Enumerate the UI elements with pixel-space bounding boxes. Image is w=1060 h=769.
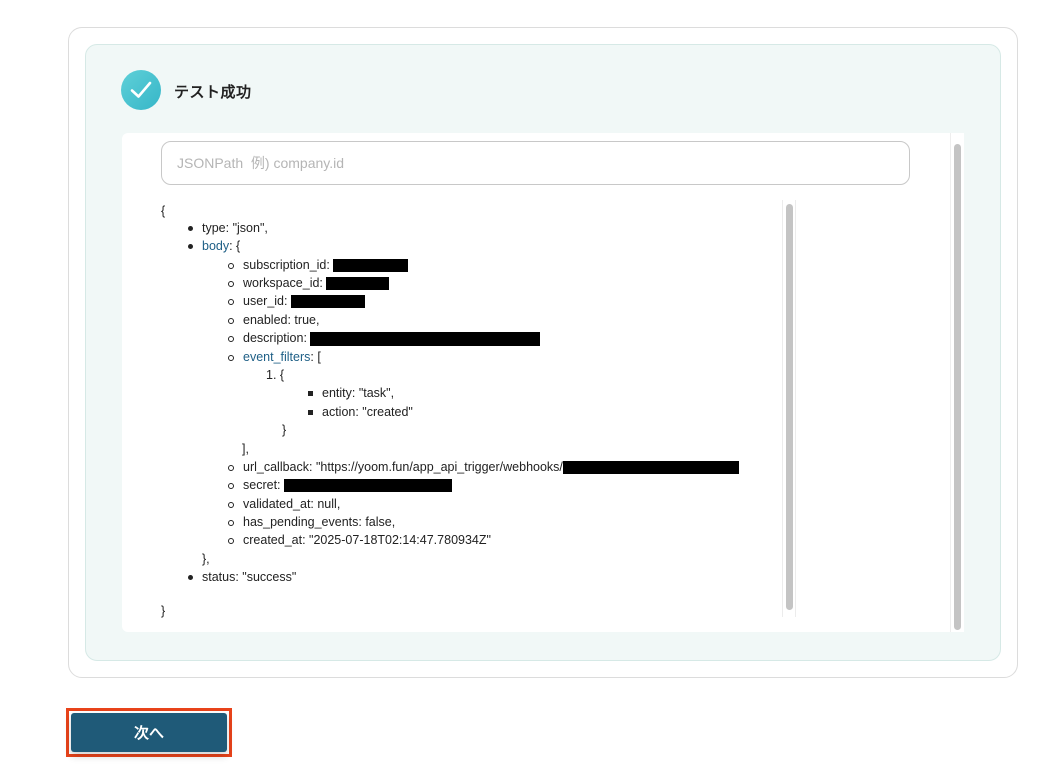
json-row-description: description:	[228, 329, 541, 347]
bullet	[228, 537, 234, 544]
json-key-body[interactable]: body	[202, 239, 229, 253]
bullet	[188, 244, 193, 250]
check-circle-icon	[121, 70, 161, 110]
bullet	[228, 262, 234, 269]
bullet	[228, 298, 234, 305]
json-row-entity: entity: "task",	[308, 384, 394, 402]
json-row-filter-close: }	[282, 423, 287, 437]
bullet	[228, 317, 234, 324]
json-row-body: body: {	[188, 237, 240, 255]
bullet	[308, 391, 313, 397]
json-scrollbar-thumb[interactable]	[786, 204, 793, 610]
json-row-created-at: created_at: "2025-07-18T02:14:47.780934Z…	[228, 531, 491, 549]
json-row-url-callback: url_callback: "https://yoom.fun/app_api_…	[228, 458, 739, 476]
bullet	[228, 335, 234, 342]
bullet	[228, 519, 234, 526]
json-open-brace: {	[161, 204, 166, 218]
redacted-value	[333, 259, 409, 273]
json-row-enabled: enabled: true,	[228, 311, 319, 329]
redacted-value	[284, 479, 452, 493]
json-row-action: action: "created"	[308, 403, 413, 421]
json-row-status: status: "success"	[188, 568, 296, 586]
redacted-value	[310, 331, 541, 346]
bullet	[228, 501, 234, 508]
json-key-event-filters[interactable]: event_filters	[243, 350, 310, 364]
json-row-filter-open: 1. {	[266, 368, 285, 382]
bullet	[308, 410, 313, 416]
bullet	[228, 354, 234, 361]
json-row-type: type: "json",	[188, 219, 268, 237]
status-title: テスト成功	[174, 84, 252, 101]
bullet	[228, 482, 234, 489]
next-button[interactable]: 次へ	[66, 708, 232, 757]
bullet	[188, 575, 193, 581]
bullet	[228, 464, 234, 471]
next-button-label: 次へ	[71, 713, 227, 752]
json-row-user-id: user_id:	[228, 292, 365, 310]
json-row-validated-at: validated_at: null,	[228, 495, 340, 513]
json-row-event-filters: event_filters: [	[228, 348, 321, 366]
json-row-workspace-id: workspace_id:	[228, 274, 390, 292]
redacted-value	[562, 461, 739, 475]
jsonpath-input[interactable]	[161, 141, 910, 185]
json-row-has-pending-events: has_pending_events: false,	[228, 513, 395, 531]
json-row-body-close: },	[202, 552, 210, 566]
json-close-brace: }	[161, 604, 166, 618]
json-row-secret: secret:	[228, 476, 452, 494]
redacted-value	[326, 277, 390, 291]
json-row-array-close: ],	[242, 442, 249, 456]
json-tree: { type: "json", body: { subscription_id:…	[161, 202, 781, 620]
result-scrollbar-thumb[interactable]	[954, 144, 961, 630]
bullet	[188, 226, 193, 232]
redacted-value	[290, 295, 365, 309]
json-row-subscription-id: subscription_id:	[228, 256, 409, 274]
bullet	[228, 280, 234, 287]
